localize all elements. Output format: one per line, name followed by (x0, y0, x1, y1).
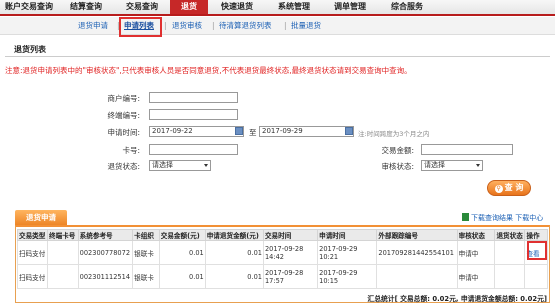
cell-audit-status: 申请中 (456, 240, 496, 265)
subnav-batch-refund[interactable]: 批量退货 (291, 20, 321, 31)
cell-apply-time: 2017-09-29 10:21 (317, 240, 378, 265)
cell-amount: 0.01 (158, 240, 206, 265)
cell-refund-amount: 0.01 (204, 264, 264, 289)
terminal-no-label: 终端编号: (107, 111, 140, 120)
cell-ext-id: 20170928144255410​1 (376, 240, 458, 265)
txn-time: 14:42 (264, 252, 284, 261)
table-row: 扫码支付 002300778072 银联卡 0.01 0.01 2017-09-… (16, 240, 548, 265)
apply-time: 10:15 (319, 276, 339, 285)
subnav-separator: | (164, 21, 167, 30)
table-row: 扫码支付 002301112514 银联卡 0.01 0.01 2017-09-… (16, 264, 548, 289)
nav-order-management[interactable]: 调单管理 (322, 0, 378, 14)
apply-date: 2017-09-29 (319, 268, 358, 277)
subnav-separator: | (284, 21, 287, 30)
card-no-label: 卡号: (122, 146, 140, 155)
nav-transaction-query[interactable]: 交易查询 (114, 0, 170, 14)
col-header: 审核状态 (456, 229, 496, 241)
tab-refund-apply[interactable]: 退货申请 (15, 210, 67, 225)
query-button-label: 查 询 (504, 183, 524, 192)
col-header: 交易时间 (262, 229, 319, 241)
amount-input[interactable] (421, 144, 513, 155)
audit-status-label: 审核状态: (381, 162, 414, 171)
download-label: 下载查询结果 下载中心 (471, 214, 544, 222)
subnav-separator: | (212, 21, 215, 30)
col-header: 系统参考号 (77, 229, 134, 241)
col-header: 操作 (524, 229, 548, 241)
col-header: 申请时间 (317, 229, 378, 241)
cell-txn-time: 2017-09-28 14:42 (262, 240, 319, 265)
cell-refund-amount: 0.01 (204, 240, 264, 265)
subnav-refund-audit[interactable]: 退货审核 (172, 20, 202, 31)
col-header: 退货状态 (494, 229, 526, 241)
results-table: 交易类型 终端卡号 系统参考号 卡组织 交易金额(元) 申请退货金额(元) 交易… (16, 229, 548, 289)
cell-txn-time: 2017-09-28 17:57 (262, 264, 319, 289)
cell-refund-status (494, 264, 526, 289)
card-no-input[interactable] (149, 144, 238, 155)
apply-time-label: 申请时间: (107, 128, 140, 137)
download-link[interactable]: 下载查询结果 下载中心 (462, 213, 543, 223)
cell-action (524, 264, 548, 289)
subnav-pending-clearing-list[interactable]: 待清算退货列表 (219, 20, 272, 31)
col-header: 交易金额(元) (158, 229, 206, 241)
nav-account-query[interactable]: 账户交易查询 (0, 0, 58, 14)
title-divider (5, 56, 550, 57)
page-title: 退货列表 (14, 45, 46, 54)
col-header: 交易类型 (16, 229, 49, 241)
audit-status-select[interactable]: 请选择 (421, 160, 483, 171)
date-range-to-label: 至 (249, 128, 257, 137)
summary-text: 汇总统计[ 交易总额: 0.02元, 申请退货金额总额: 0.02元] (367, 295, 547, 303)
nav-quick-refund[interactable]: 快速退货 (208, 0, 266, 14)
col-header: 外部跟踪编号 (376, 229, 458, 241)
apply-time: 10:21 (319, 252, 339, 261)
cell-ext-id (376, 264, 458, 289)
sub-nav: 退货申请 | 申请列表 | 退货审核 | 待清算退货列表 | 批量退货 (0, 17, 555, 35)
col-header: 终端卡号 (47, 229, 79, 241)
apply-time-start-input[interactable]: 2017-09-22 (149, 126, 244, 137)
highlight-box-apply-list (119, 17, 162, 37)
cell-amount: 0.01 (158, 264, 206, 289)
merchant-no-input[interactable] (149, 92, 238, 103)
cell-refund-status (494, 240, 526, 265)
cell-org: 银联卡 (132, 264, 160, 289)
top-nav: 账户交易查询 结算查询 交易查询 退货 快速退货 系统管理 调单管理 综合服务 (0, 0, 555, 16)
excel-icon (462, 213, 469, 221)
terminal-no-input[interactable] (149, 109, 238, 120)
notice-text: 注意:退货申请列表中的"审核状态",只代表审核人员是否同意退货,不代表退货最终状… (5, 66, 412, 75)
cell-ref: 002301112514 (77, 264, 134, 289)
cell-terminal (47, 264, 79, 289)
cell-type: 扫码支付 (16, 240, 49, 265)
date-range-tip: 注:时间跨度为3个月之内 (358, 130, 430, 138)
col-header: 卡组织 (132, 229, 160, 241)
table-header-row: 交易类型 终端卡号 系统参考号 卡组织 交易金额(元) 申请退货金额(元) 交易… (16, 229, 548, 241)
apply-date: 2017-09-29 (319, 244, 358, 253)
refund-status-label: 退货状态: (107, 162, 140, 171)
calendar-icon[interactable] (235, 127, 243, 135)
cell-terminal (47, 240, 79, 265)
nav-system-management[interactable]: 系统管理 (266, 0, 322, 14)
txn-date: 2017-09-28 (264, 268, 304, 277)
txn-time: 17:57 (264, 276, 284, 285)
search-icon: ⚲ (494, 185, 503, 193)
cell-org: 银联卡 (132, 240, 160, 265)
calendar-icon[interactable] (345, 127, 353, 135)
cell-audit-status: 申请中 (456, 264, 496, 289)
refund-status-select[interactable]: 请选择 (149, 160, 211, 171)
apply-time-end-input[interactable]: 2017-09-29 (259, 126, 354, 137)
nav-integrated-service[interactable]: 综合服务 (378, 0, 436, 14)
cell-apply-time: 2017-09-29 10:15 (317, 264, 378, 289)
cell-type: 扫码支付 (16, 264, 49, 289)
subnav-refund-apply[interactable]: 退货申请 (78, 20, 108, 31)
nav-settlement-query[interactable]: 结算查询 (58, 0, 114, 14)
merchant-no-label: 商户编号: (107, 94, 140, 103)
nav-refund[interactable]: 退货 (170, 0, 208, 14)
query-button[interactable]: ⚲ 查 询 (487, 180, 531, 196)
amount-label: 交易金额: (381, 146, 414, 155)
highlight-box-view (527, 241, 547, 260)
txn-date: 2017-09-28 (264, 244, 304, 253)
col-header: 申请退货金额(元) (204, 229, 264, 241)
cell-ref: 002300778072 (77, 240, 134, 265)
